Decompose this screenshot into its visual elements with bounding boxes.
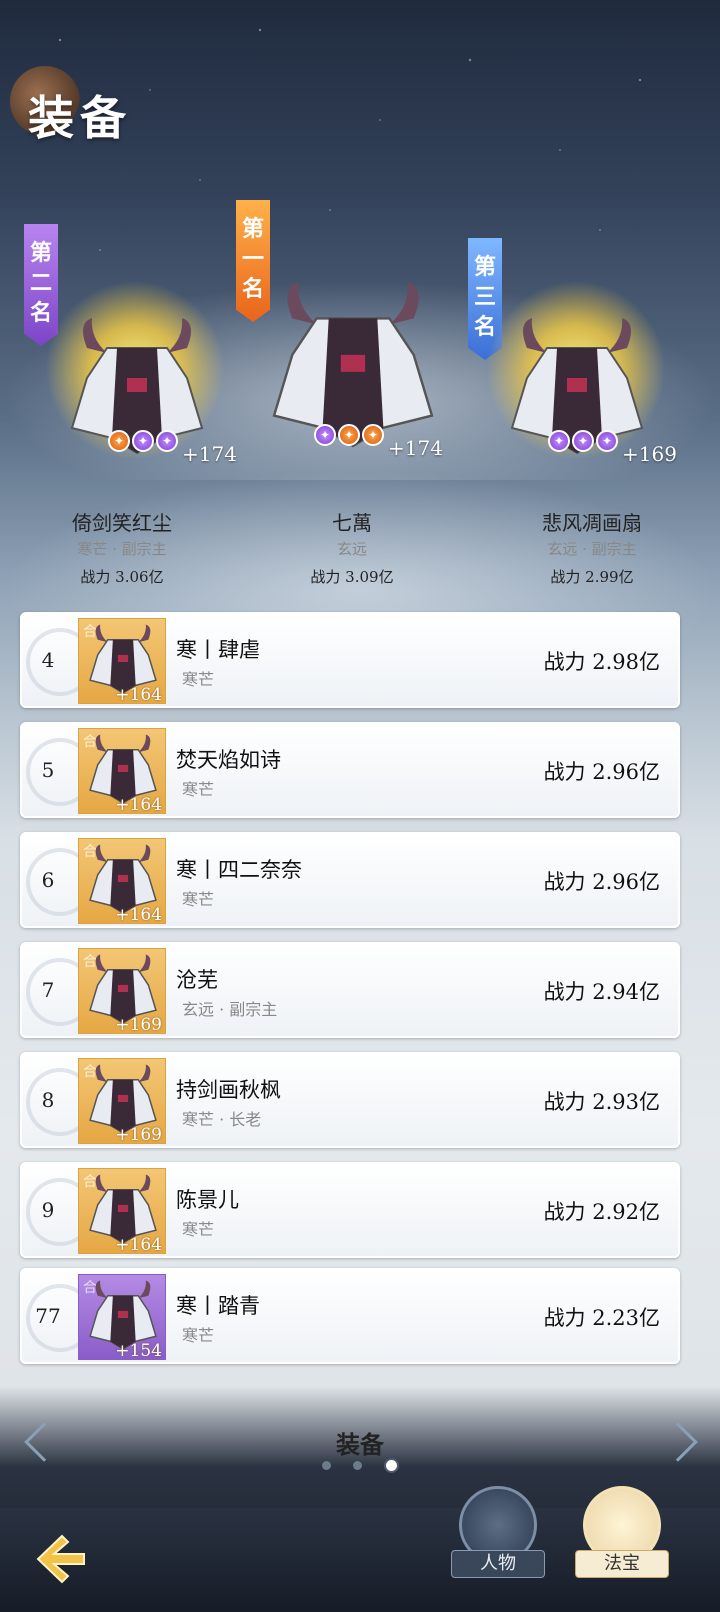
player-name: 焚天焰如诗 <box>176 748 281 772</box>
tab-treasure[interactable]: 法宝 <box>574 1486 670 1578</box>
rank-banner-second: 第 二 名 <box>24 224 58 346</box>
rank-char: 三 <box>473 284 496 310</box>
rank-number: 7 <box>41 978 55 1002</box>
player-power: 战力 2.99亿 <box>550 568 634 586</box>
player-power: 战力 3.06亿 <box>80 568 164 586</box>
level-label: +154 <box>115 1341 162 1360</box>
page-dot-active[interactable] <box>384 1458 399 1473</box>
player-guild: 玄远 · 副宗主 <box>547 540 637 558</box>
player-guild: 玄远 · 副宗主 <box>182 1000 278 1019</box>
rank-char: 第 <box>29 240 52 266</box>
purple-gem-icon: ✦ <box>548 430 570 452</box>
rank-char: 一 <box>241 246 264 272</box>
rank-char: 二 <box>29 270 52 296</box>
purple-gem-icon: ✦ <box>314 424 336 446</box>
player-guild: 寒芒 · 长老 <box>182 1110 262 1129</box>
rank-char: 第 <box>473 254 496 280</box>
level-label: +169 <box>115 1125 162 1144</box>
tab-person[interactable]: 人物 <box>450 1486 546 1578</box>
equipment-thumbnail[interactable]: 合 +169 <box>78 948 166 1034</box>
orange-gem-icon: ✦ <box>362 424 384 446</box>
page-dot[interactable] <box>322 1461 331 1470</box>
ranking-row[interactable]: 9 合 +164 陈景儿 寒芒 战力 2.92亿 <box>20 1162 680 1258</box>
player-power: 战力 3.09亿 <box>310 568 394 586</box>
equipment-thumbnail[interactable]: 合 +169 <box>78 1058 166 1144</box>
gem-slots: ✦ ✦ ✦ <box>314 424 384 446</box>
rank-number: 9 <box>41 1198 55 1222</box>
level-label: +169 <box>622 442 677 466</box>
purple-gem-icon: ✦ <box>596 430 618 452</box>
player-guild: 寒芒 <box>182 1326 215 1345</box>
player-power: 战力 2.94亿 <box>543 980 660 1004</box>
equipment-thumbnail[interactable]: 合 +164 <box>78 1168 166 1254</box>
ranking-row[interactable]: 7 合 +169 沧芜 玄远 · 副宗主 战力 2.94亿 <box>20 942 680 1038</box>
equipment-thumbnail[interactable]: 合 +164 <box>78 618 166 704</box>
tab-person-label: 人物 <box>451 1550 545 1578</box>
player-name: 悲风凋画扇 <box>542 511 642 535</box>
player-power: 战力 2.96亿 <box>543 870 660 894</box>
purple-gem-icon: ✦ <box>132 430 154 452</box>
rank-number: 77 <box>35 1304 61 1328</box>
ranking-row[interactable]: 4 合 +164 寒丨肆虐 寒芒 战力 2.98亿 <box>20 612 680 708</box>
player-name: 七萬 <box>332 511 372 535</box>
page-dot[interactable] <box>353 1461 362 1470</box>
level-label: +164 <box>115 1235 162 1254</box>
gem-slots: ✦ ✦ ✦ <box>108 430 178 452</box>
ranking-row[interactable]: 5 合 +164 焚天焰如诗 寒芒 战力 2.96亿 <box>20 722 680 818</box>
rank-number: 4 <box>41 648 55 672</box>
level-label: +164 <box>115 905 162 924</box>
page-indicator[interactable] <box>322 1458 399 1473</box>
player-name: 陈景儿 <box>176 1188 239 1212</box>
level-label: +174 <box>182 442 237 466</box>
rank-char: 第 <box>241 216 264 242</box>
player-guild: 寒芒 <box>182 1220 215 1239</box>
ranking-row[interactable]: 77 合 +154 寒丨踏青 寒芒 战力 2.23亿 <box>20 1268 680 1364</box>
player-name: 寒丨肆虐 <box>176 638 260 662</box>
back-arrow-icon[interactable] <box>30 1528 92 1590</box>
rank-number: 5 <box>41 758 55 782</box>
tab-treasure-label: 法宝 <box>575 1550 669 1578</box>
equipment-thumbnail[interactable]: 合 +164 <box>78 838 166 924</box>
purple-gem-icon: ✦ <box>156 430 178 452</box>
level-label: +169 <box>115 1015 162 1034</box>
level-label: +174 <box>388 436 443 460</box>
category-label: 装备 <box>336 1430 384 1459</box>
ranking-row[interactable]: 6 合 +164 寒丨四二奈奈 寒芒 战力 2.96亿 <box>20 832 680 928</box>
player-name: 倚剑笑红尘 <box>72 511 172 535</box>
purple-gem-icon: ✦ <box>572 430 594 452</box>
player-guild: 寒芒 <box>182 670 215 689</box>
page-title: 装备 <box>28 91 132 145</box>
rank-char: 名 <box>29 300 52 326</box>
player-guild: 寒芒 · 副宗主 <box>77 540 167 558</box>
equipment-thumbnail[interactable]: 合 +164 <box>78 728 166 814</box>
level-label: +164 <box>115 795 162 814</box>
player-power: 战力 2.23亿 <box>543 1306 660 1330</box>
level-label: +164 <box>115 685 162 704</box>
equipment-thumbnail[interactable]: 合 +154 <box>78 1274 166 1360</box>
player-name: 寒丨踏青 <box>176 1294 260 1318</box>
player-name: 寒丨四二奈奈 <box>176 858 302 882</box>
player-power: 战力 2.96亿 <box>543 760 660 784</box>
player-power: 战力 2.93亿 <box>543 1090 660 1114</box>
gem-slots: ✦ ✦ ✦ <box>548 430 618 452</box>
orange-gem-icon: ✦ <box>338 424 360 446</box>
player-power: 战力 2.98亿 <box>543 650 660 674</box>
player-power: 战力 2.92亿 <box>543 1200 660 1224</box>
player-name: 沧芜 <box>176 968 218 992</box>
player-name: 持剑画秋枫 <box>176 1078 281 1102</box>
ranking-row[interactable]: 8 合 +169 持剑画秋枫 寒芒 · 长老 战力 2.93亿 <box>20 1052 680 1148</box>
player-guild: 玄远 <box>336 540 367 558</box>
orange-gem-icon: ✦ <box>108 430 130 452</box>
rank-number: 6 <box>41 868 55 892</box>
player-guild: 寒芒 <box>182 780 215 799</box>
rank-number: 8 <box>41 1088 55 1112</box>
player-guild: 寒芒 <box>182 890 215 909</box>
